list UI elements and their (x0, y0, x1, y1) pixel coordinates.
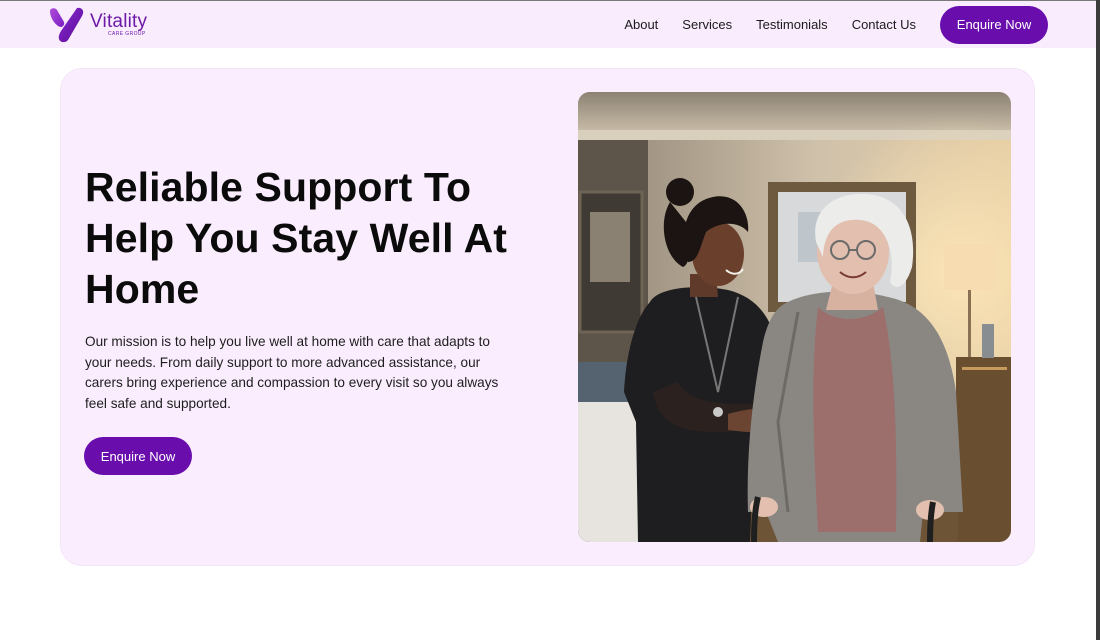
nav-contact-link[interactable]: Contact Us (852, 17, 916, 32)
browser-viewport: Vitality CARE GROUP About Services Testi… (0, 0, 1100, 640)
header-enquire-button[interactable]: Enquire Now (940, 5, 1048, 44)
main-nav: About Services Testimonials Contact Us E… (624, 5, 1048, 44)
hero-section: Reliable Support To Help You Stay Well A… (60, 68, 1035, 566)
vitality-logo-icon (50, 7, 84, 42)
logo-tagline: CARE GROUP (108, 31, 146, 37)
hero-photo (578, 92, 1011, 542)
logo-wordmark: Vitality (90, 11, 148, 32)
nav-services-link[interactable]: Services (682, 17, 732, 32)
logo-link[interactable]: Vitality CARE GROUP (47, 7, 147, 43)
hero-enquire-button[interactable]: Enquire Now (84, 437, 192, 475)
nav-testimonials-link[interactable]: Testimonials (756, 17, 828, 32)
nav-about-link[interactable]: About (624, 17, 658, 32)
hero-title: Reliable Support To Help You Stay Well A… (85, 164, 508, 312)
carer-with-elderly-woman-photo-icon (578, 92, 1011, 542)
hero-description: Our mission is to help you live well at … (85, 334, 499, 411)
site-header: Vitality CARE GROUP About Services Testi… (0, 1, 1096, 48)
window-right-edge (1096, 0, 1100, 640)
